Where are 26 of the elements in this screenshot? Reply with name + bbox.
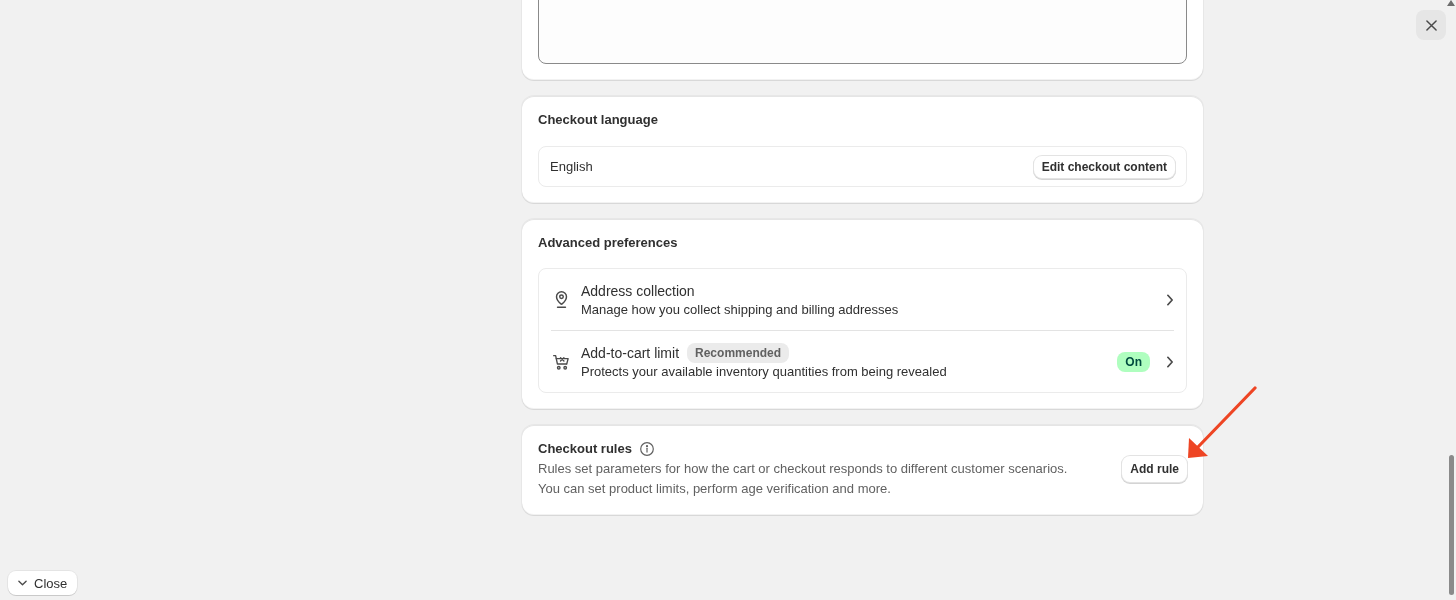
scrollbar-thumb[interactable]: [1449, 455, 1454, 595]
rules-description: Rules set parameters for how the cart or checkout responds to different customer scenarios.: [538, 460, 1068, 478]
close-icon[interactable]: [1425, 19, 1437, 31]
close-button[interactable]: Close: [8, 571, 78, 595]
language-value: English: [550, 157, 593, 176]
info-icon[interactable]: [639, 442, 654, 456]
close-button[interactable]: [1416, 10, 1446, 40]
scroll-up-icon[interactable]: [1447, 0, 1455, 6]
card-title: Checkout language: [538, 111, 659, 129]
preference-title[interactable]: Address collection: [581, 280, 695, 301]
status-badge: On: [1117, 351, 1150, 372]
preference-description: Protects your available inventory quantities from being revealed: [581, 362, 948, 381]
add-rule-button[interactable]: Add rule: [1122, 456, 1187, 482]
card-title: Checkout rules: [538, 440, 632, 458]
chevron-right-icon[interactable]: [1166, 293, 1174, 306]
cart-icon: [553, 353, 569, 370]
preference-description: Manage how you collect shipping and billing addresses: [581, 300, 900, 319]
preference-title[interactable]: Add-to-cart limit: [581, 342, 680, 363]
chevron-down-icon: [18, 580, 27, 586]
recommended-badge: Recommended: [687, 342, 790, 363]
card-title: Advanced preferences: [538, 234, 679, 252]
edit-checkout-content-button[interactable]: Edit checkout content: [1033, 155, 1175, 178]
location-pin-icon: [554, 291, 568, 308]
rules-description: You can set product limits, perform age verification and more.: [538, 480, 892, 498]
chevron-right-icon[interactable]: [1166, 355, 1174, 368]
text-area-field[interactable]: [538, 0, 1187, 64]
